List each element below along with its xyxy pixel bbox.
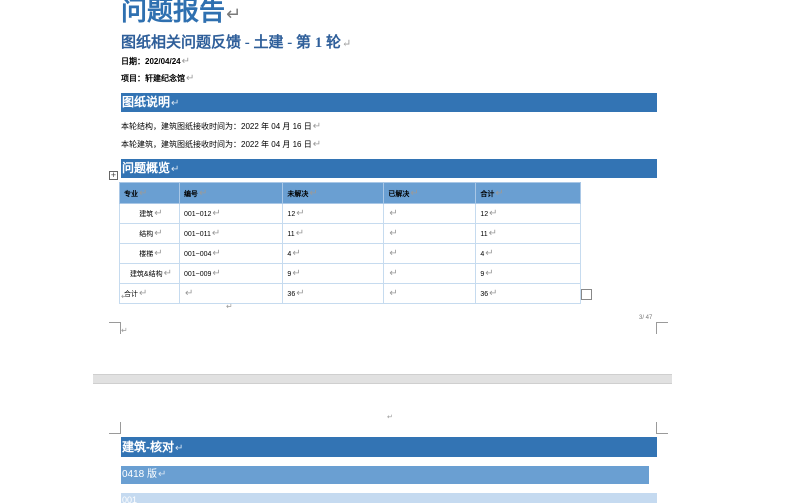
table-cell[interactable]: 结构↵ [119, 223, 180, 244]
date-text: 日期：202/04/24 [121, 57, 181, 66]
paragraph-mark: ↵ [186, 73, 195, 84]
column-header[interactable]: 已解决↵ [383, 182, 477, 204]
table-cell[interactable]: 9↵ [475, 263, 581, 284]
page-separator [93, 374, 672, 384]
paragraph-mark: ↵ [342, 38, 352, 50]
column-header[interactable]: 编号↵ [178, 182, 284, 204]
table-cell[interactable]: 建筑&结构↵ [119, 263, 180, 284]
paragraph-mark: ↵ [181, 56, 190, 67]
column-header[interactable]: 合计↵ [475, 182, 581, 204]
table-cell[interactable]: 4↵ [282, 243, 385, 264]
table-cell[interactable]: ↵ [178, 283, 284, 304]
table-header-row: 专业↵ 编号↵ 未解决↵ 已解决↵ 合计↵ [119, 182, 581, 204]
subheading-text: 0418 版 [122, 469, 158, 480]
date-line: 日期：202/04/24↵ [121, 56, 190, 67]
paragraph-mark: ↵ [175, 443, 184, 454]
page-margin-corner-icon [656, 422, 668, 434]
column-header[interactable]: 未解决↵ [282, 182, 385, 204]
document-page-2: ↵ 建筑-核对↵ 0418 版↵ 001 [93, 384, 672, 503]
table-total-row: 合计↵ ↵ 36↵ ↵ 36↵ [119, 283, 581, 304]
subtitle-text: 图纸相关问题反馈 - 土建 - 第 1 轮 [121, 35, 341, 51]
table-cell[interactable]: 9↵ [282, 263, 385, 284]
paragraph-mark: ↵ [312, 139, 322, 150]
paragraph-mark: ↵ [312, 121, 322, 132]
section-heading-text: 问题概览 [122, 161, 171, 175]
table-cell[interactable]: 合计↵ [119, 283, 180, 304]
note-text: 本轮建筑，建筑图纸接收时间为：2022 年 04 月 16 日 [121, 140, 312, 149]
paragraph-mark: ↵ [226, 302, 233, 311]
section-heading-drawings: 图纸说明↵ [121, 93, 657, 112]
project-text: 项目：轩建纪念馆 [121, 74, 185, 83]
paragraph-mark: ↵ [226, 4, 242, 24]
table-cell[interactable]: 11↵ [475, 223, 581, 244]
table-cell[interactable]: 楼梯↵ [119, 243, 180, 264]
subheading-version: 0418 版↵ [121, 466, 649, 484]
section-heading-overview: 问题概览↵ [121, 159, 657, 178]
table-row: 建筑&结构↵ 001~009↵ 9↵ ↵ 9↵ [119, 263, 581, 284]
section-heading-text: 建筑-核对 [122, 440, 174, 454]
page-margin-corner-icon [109, 422, 121, 434]
table-cell[interactable]: ↵ [383, 243, 477, 264]
drawing-note-structure: 本轮结构，建筑图纸接收时间为：2022 年 04 月 16 日↵ [121, 121, 321, 132]
paragraph-mark: ↵ [171, 164, 180, 175]
table-move-handle-icon[interactable]: + [109, 171, 118, 180]
table-resize-handle-icon[interactable] [581, 289, 592, 300]
paragraph-mark: ↵ [171, 98, 180, 109]
table-cell[interactable]: 001~004↵ [178, 243, 284, 264]
table-cell[interactable]: ↵ [383, 203, 477, 224]
table-cell[interactable]: 36↵ [282, 283, 385, 304]
section-heading-text: 图纸说明 [122, 95, 171, 109]
section-heading-architecture-check: 建筑-核对↵ [121, 437, 657, 457]
overview-table: 专业↵ 编号↵ 未解决↵ 已解决↵ 合计↵ 建筑↵ 001~012↵ 12↵ ↵… [119, 182, 581, 304]
table-cell[interactable]: 12↵ [475, 203, 581, 224]
table-cell[interactable]: 4↵ [475, 243, 581, 264]
table-cell[interactable]: ↵ [383, 223, 477, 244]
note-text: 本轮结构，建筑图纸接收时间为：2022 年 04 月 16 日 [121, 122, 312, 131]
table-cell[interactable]: 建筑↵ [119, 203, 180, 224]
table-cell[interactable]: ↵ [383, 263, 477, 284]
paragraph-mark: ↵ [387, 414, 393, 421]
page-indicator: 3/ 47 [639, 315, 653, 321]
table-cell[interactable]: 001~011↵ [178, 223, 284, 244]
table-row: 楼梯↵ 001~004↵ 4↵ ↵ 4↵ [119, 243, 581, 264]
table-cell[interactable]: 001~012↵ [178, 203, 284, 224]
paragraph-mark: ↵ [158, 469, 167, 480]
column-header[interactable]: 专业↵ [119, 182, 180, 204]
table-cell[interactable]: 12↵ [282, 203, 385, 224]
table-cell[interactable]: ↵ [383, 283, 477, 304]
paragraph-mark: ↵ [121, 326, 128, 335]
table-row: 建筑↵ 001~012↵ 12↵ ↵ 12↵ [119, 203, 581, 224]
page-margin-corner-icon [109, 322, 121, 334]
table-cell[interactable]: 001~009↵ [178, 263, 284, 284]
table-cell[interactable]: 36↵ [475, 283, 581, 304]
title-text: 问题报告 [121, 0, 226, 26]
page-title: 问题报告↵ [121, 0, 241, 29]
table-row: 结构↵ 001~011↵ 11↵ ↵ 11↵ [119, 223, 581, 244]
document-page-1: 问题报告↵ 图纸相关问题反馈 - 土建 - 第 1 轮↵ 日期：202/04/2… [93, 0, 672, 374]
subheading-text: 001 [122, 495, 138, 503]
document-subtitle: 图纸相关问题反馈 - 土建 - 第 1 轮↵ [121, 31, 351, 52]
subheading-item: 001 [121, 493, 657, 503]
paragraph-mark: ↵ [121, 292, 128, 301]
table-cell[interactable]: 11↵ [282, 223, 385, 244]
page-margin-corner-icon [656, 322, 668, 334]
drawing-note-architecture: 本轮建筑，建筑图纸接收时间为：2022 年 04 月 16 日↵ [121, 139, 321, 150]
project-line: 项目：轩建纪念馆↵ [121, 73, 194, 84]
